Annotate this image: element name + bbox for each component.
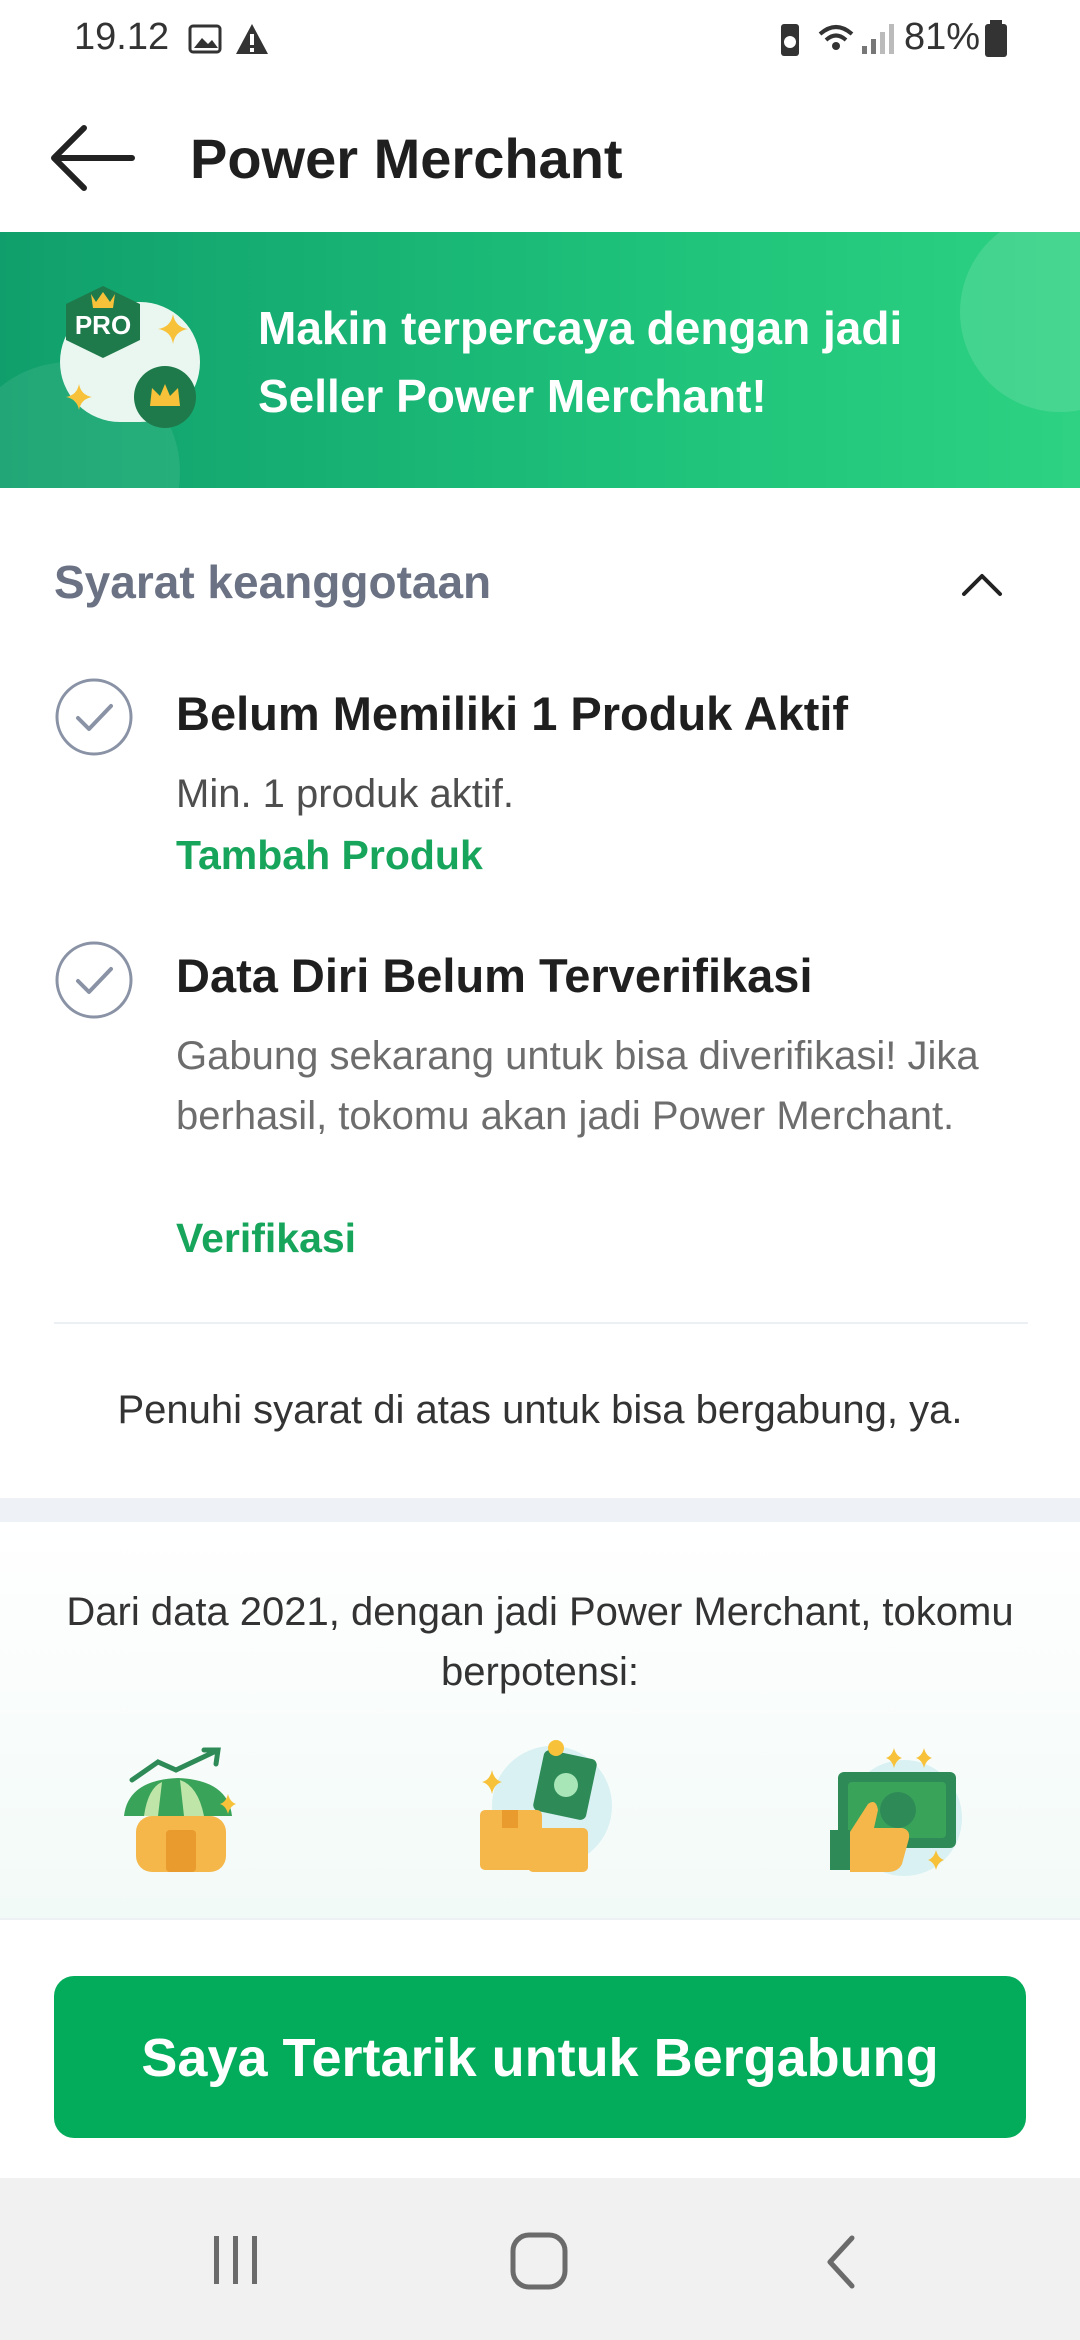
pro-badge-icon: PRO	[52, 282, 212, 432]
data-saver-icon	[781, 24, 799, 56]
divider	[54, 1322, 1028, 1324]
promo-banner: PRO Makin terpercaya dengan jadi Seller …	[0, 232, 1080, 488]
requirement-description: Gabung sekarang untuk bisa diverifikasi!…	[176, 1034, 979, 1138]
checkmark-circle-icon	[55, 678, 133, 756]
recent-apps-icon[interactable]	[208, 2232, 264, 2288]
requirement-title: Data Diri Belum Terverifikasi	[176, 949, 813, 1002]
battery-percentage: 81%	[904, 16, 981, 58]
arrow-left-icon[interactable]	[48, 118, 138, 198]
wifi-signal-icon	[818, 24, 894, 54]
add-product-link[interactable]: Tambah Produk	[176, 832, 483, 879]
chevron-up-icon[interactable]	[958, 560, 1006, 608]
requirement-item	[54, 677, 134, 762]
money-thumbs-up-icon	[830, 1748, 962, 1876]
app-bar: Power Merchant	[0, 82, 1080, 232]
money-boxes-icon	[480, 1740, 612, 1872]
verify-link[interactable]: Verifikasi	[176, 1215, 356, 1262]
banner-text: Makin terpercaya dengan jadi Seller Powe…	[258, 302, 903, 422]
join-button[interactable]: Saya Tertarik untuk Bergabung	[54, 1976, 1026, 2138]
potential-section: Dari data 2021, dengan jadi Power Mercha…	[0, 1522, 1080, 1918]
section-separator	[0, 1498, 1080, 1522]
store-growth-icon	[124, 1747, 236, 1872]
back-nav-icon[interactable]	[818, 2232, 868, 2292]
status-time: 19.12	[74, 16, 170, 58]
requirement-item	[54, 940, 134, 1025]
status-bar: 19.12 81%	[0, 0, 1080, 82]
requirement-note: Penuhi syarat di atas untuk bisa bergabu…	[117, 1388, 963, 1432]
page-title: Power Merchant	[190, 127, 623, 190]
checkmark-circle-icon	[55, 941, 133, 1019]
potential-text: Dari data 2021, dengan jadi Power Mercha…	[66, 1590, 1014, 1694]
pro-badge-label: PRO	[75, 310, 131, 340]
system-nav-bar	[0, 2178, 1080, 2340]
gallery-icon	[188, 24, 222, 54]
cta-container: Saya Tertarik untuk Bergabung	[0, 1918, 1080, 2178]
warning-icon	[236, 24, 268, 54]
requirement-title: Belum Memiliki 1 Produk Aktif	[176, 687, 849, 740]
battery-icon	[985, 20, 1007, 57]
membership-section-title: Syarat keanggotaan	[54, 556, 492, 608]
home-icon[interactable]	[508, 2230, 570, 2292]
requirement-description: Min. 1 produk aktif.	[176, 772, 514, 816]
